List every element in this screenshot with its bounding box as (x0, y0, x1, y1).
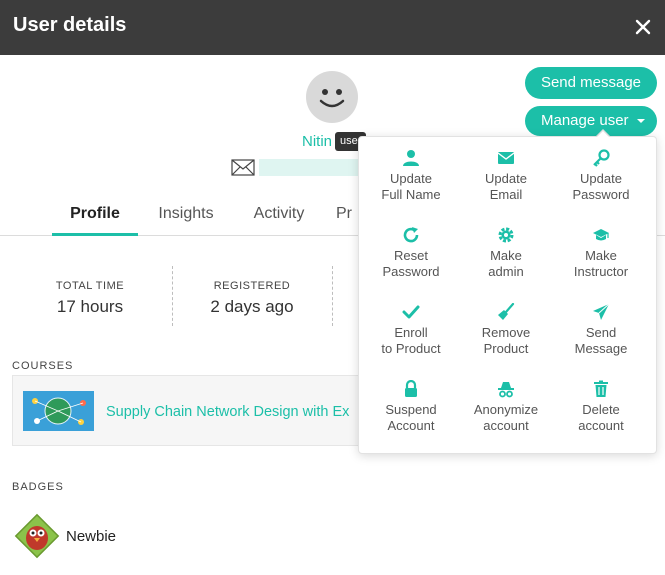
stat-value: 2 days ago (210, 297, 294, 316)
user-icon (403, 150, 419, 166)
user-name: Nitin (302, 133, 333, 150)
menu-label: Send Message (574, 325, 628, 356)
menu-enroll-to-product[interactable]: Enroll to Product (366, 303, 456, 373)
menu-remove-product[interactable]: Remove Product (461, 303, 551, 373)
close-icon (635, 19, 651, 35)
menu-send-message[interactable]: Send Message (556, 303, 646, 373)
envelope-icon (497, 152, 515, 164)
avatar (306, 71, 358, 123)
badges-section-label: BADGES (12, 481, 64, 493)
menu-label: Remove Product (481, 325, 531, 356)
badge-image (12, 511, 62, 561)
modal-header: User details (0, 0, 665, 55)
menu-label: Make Instructor (573, 248, 629, 279)
menu-label: Update Email (485, 171, 527, 202)
menu-update-email[interactable]: Update Email (461, 149, 551, 219)
stat-value: 17 hours (56, 297, 124, 316)
menu-label: Update Password (572, 171, 630, 202)
email-link[interactable] (231, 159, 255, 176)
menu-label: Anonymize account (473, 402, 539, 433)
tab-activity[interactable]: Activity (244, 199, 314, 236)
menu-reset-password[interactable]: Reset Password (366, 226, 456, 296)
manage-user-menu: Update Full Name Update Email Update Pas… (358, 136, 657, 454)
broom-icon (498, 303, 515, 320)
course-title[interactable]: Supply Chain Network Design with Ex (106, 404, 349, 420)
menu-label: Suspend Account (385, 402, 437, 433)
key-icon (593, 149, 610, 167)
course-thumbnail (23, 391, 94, 431)
menu-label: Delete account (578, 402, 624, 433)
menu-suspend-account[interactable]: Suspend Account (366, 380, 456, 450)
stat-divider (332, 266, 333, 326)
menu-make-instructor[interactable]: Make Instructor (556, 226, 646, 296)
send-message-button[interactable]: Send message (525, 67, 657, 99)
refresh-icon (403, 227, 419, 243)
menu-label: Reset Password (382, 248, 440, 279)
tab-profile[interactable]: Profile (52, 199, 138, 236)
modal-title: User details (13, 14, 127, 36)
menu-delete-account[interactable]: Delete account (556, 380, 646, 450)
menu-anonymize-account[interactable]: Anonymize account (461, 380, 551, 450)
stat-registered: REGISTERED 2 days ago (172, 266, 332, 326)
email-value-redacted (259, 159, 359, 176)
menu-label: Update Full Name (381, 171, 441, 202)
manage-user-button[interactable]: Manage user (525, 106, 657, 136)
menu-update-full-name[interactable]: Update Full Name (366, 149, 456, 219)
menu-label: Make admin (488, 248, 524, 279)
trash-icon (594, 380, 608, 397)
caret-down-icon (637, 119, 645, 123)
checkmark-icon (402, 305, 420, 319)
globe-network-thumbnail-icon (23, 391, 94, 431)
gear-icon (498, 227, 514, 243)
lock-icon (405, 380, 417, 397)
courses-section-label: COURSES (12, 360, 74, 372)
envelope-outline-icon (231, 159, 255, 176)
stat-total-time: TOTAL TIME 17 hours (10, 266, 170, 326)
smiley-avatar-icon (306, 71, 358, 123)
badge-name: Newbie (66, 528, 117, 545)
menu-label: Enroll to Product (381, 325, 441, 356)
dropdown-arrow-fill (597, 131, 609, 137)
paper-plane-icon (593, 303, 610, 320)
incognito-icon (498, 382, 514, 398)
manage-user-label: Manage user (541, 112, 629, 129)
graduation-cap-icon (593, 229, 609, 241)
tab-insights[interactable]: Insights (150, 199, 222, 236)
menu-update-password[interactable]: Update Password (556, 149, 646, 219)
close-button[interactable] (630, 14, 656, 40)
stat-label: REGISTERED (213, 280, 291, 292)
menu-make-admin[interactable]: Make admin (461, 226, 551, 296)
bird-badge-icon (14, 513, 60, 559)
course-card[interactable]: Supply Chain Network Design with Ex (12, 375, 372, 446)
tab-partial[interactable]: Pr (336, 199, 358, 236)
stat-label: TOTAL TIME (55, 280, 125, 292)
